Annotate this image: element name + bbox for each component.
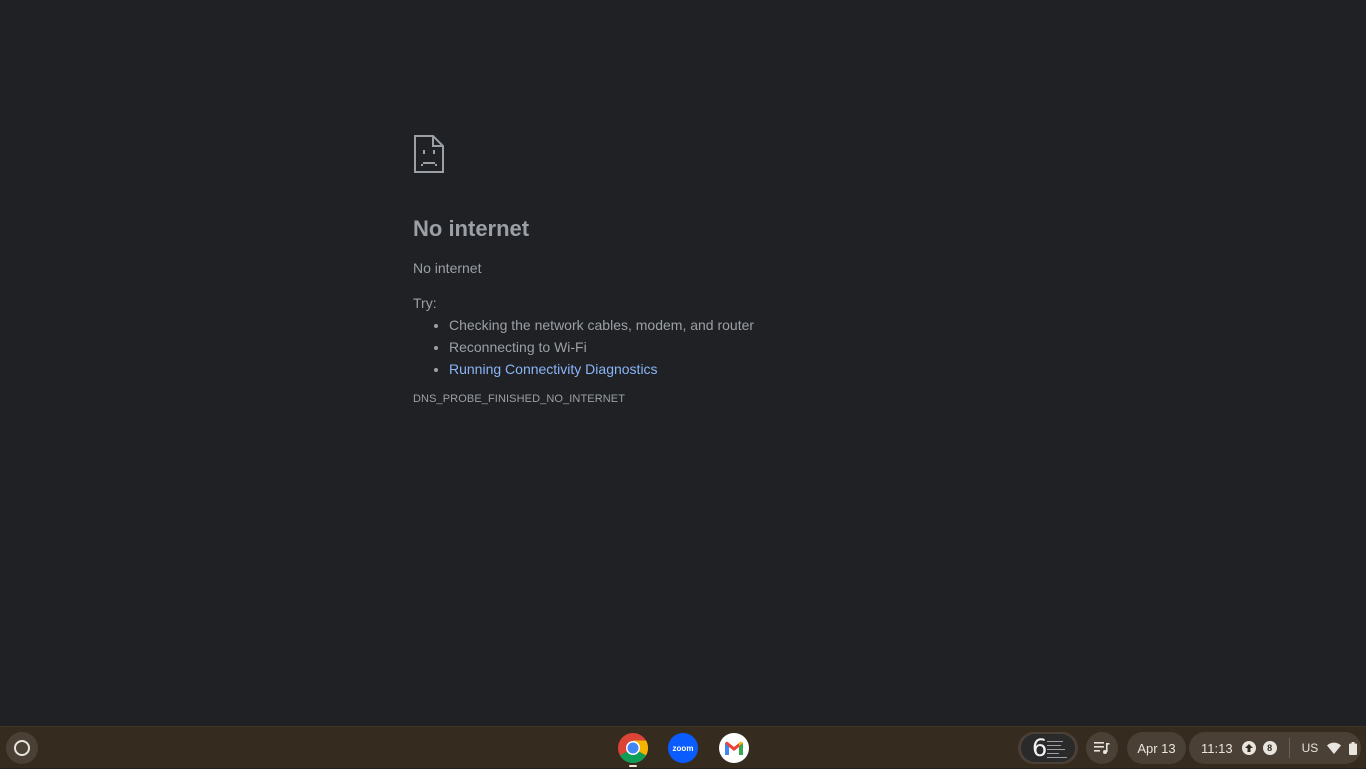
media-queue-icon	[1094, 742, 1110, 754]
thumbnail-text: 6	[1032, 734, 1048, 762]
launcher-icon	[14, 740, 30, 756]
battery-icon	[1349, 741, 1358, 755]
sad-page-icon	[414, 135, 444, 173]
zoom-icon: zoom	[668, 733, 698, 763]
gmail-icon	[719, 733, 749, 763]
gmail-app[interactable]	[718, 732, 750, 764]
holding-space-thumbnail: 6	[1021, 734, 1075, 762]
tray-divider	[1288, 738, 1290, 758]
suggestion-item: Reconnecting to Wi-Fi	[449, 339, 1013, 355]
clock-time: 11:13	[1201, 740, 1233, 756]
update-icon	[1241, 741, 1256, 755]
suggestion-item: Checking the network cables, modem, and …	[449, 317, 1013, 333]
launcher-button[interactable]	[6, 732, 38, 764]
input-method-label: US	[1301, 741, 1319, 755]
wifi-icon	[1327, 742, 1342, 754]
error-title: No internet	[413, 216, 530, 241]
try-label: Try:	[413, 295, 437, 311]
chrome-app[interactable]	[617, 732, 649, 764]
notification-count: 8	[1262, 741, 1277, 755]
zoom-app[interactable]: zoom	[667, 732, 699, 764]
error-content: No internet No internet Try: Checking th…	[413, 134, 1013, 405]
date-text: Apr 13	[1137, 740, 1176, 756]
diagnostics-link[interactable]: Running Connectivity Diagnostics	[449, 361, 658, 377]
chrome-icon	[618, 733, 649, 764]
error-subtitle: No internet	[413, 260, 482, 276]
shelf: zoom 6 Apr 13 11:13 8 US	[0, 726, 1366, 768]
browser-page: No internet No internet Try: Checking th…	[0, 0, 1366, 726]
date-button[interactable]: Apr 13	[1127, 732, 1186, 764]
media-controls-button[interactable]	[1086, 732, 1118, 764]
suggestions-list: Checking the network cables, modem, and …	[413, 317, 1013, 377]
holding-space-button[interactable]: 6	[1018, 732, 1078, 764]
status-area[interactable]: 11:13 8 US	[1189, 732, 1361, 764]
error-code: DNS_PROBE_FINISHED_NO_INTERNET	[413, 393, 626, 405]
active-indicator	[629, 765, 637, 767]
suggestion-item: Running Connectivity Diagnostics	[449, 361, 1013, 377]
